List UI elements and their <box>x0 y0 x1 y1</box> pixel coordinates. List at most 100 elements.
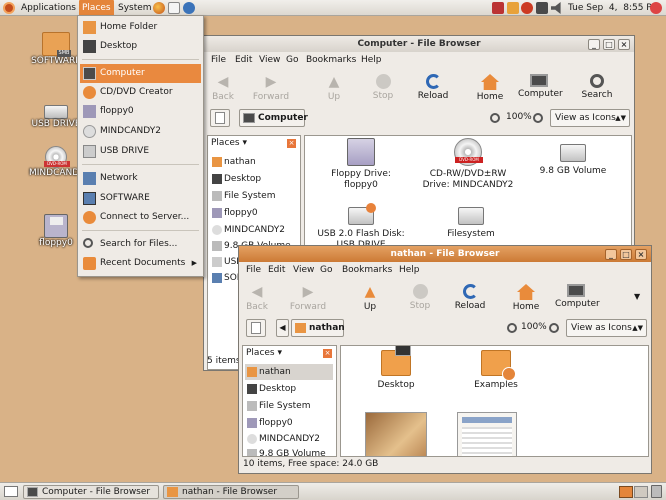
computer-window-titlebar[interactable]: Computer - File Browser _ □ × <box>204 36 634 52</box>
back-button[interactable]: ◀ Back <box>236 284 278 312</box>
places-menu-usb-drive[interactable]: USB DRIVE <box>80 142 201 161</box>
forward-button[interactable]: ▶ Forward <box>250 74 292 102</box>
close-button[interactable]: × <box>618 39 630 50</box>
sidebar-item-floppy0[interactable]: floppy0 <box>245 415 333 431</box>
menu-help[interactable]: Help <box>399 263 420 277</box>
workspace-switcher-1[interactable] <box>619 486 633 498</box>
desktop-icon-usb-drive[interactable]: USB DRIVE <box>29 101 83 129</box>
close-sidebar-icon[interactable]: × <box>323 349 332 358</box>
desktop-icon-software[interactable]: SMB SOFTWARE <box>29 32 83 66</box>
taskbar-item-computer[interactable]: Computer - File Browser <box>23 485 159 499</box>
close-sidebar-icon[interactable]: × <box>287 139 296 148</box>
computer-button[interactable]: Computer <box>555 284 600 309</box>
zoom-in-icon[interactable] <box>533 113 543 123</box>
search-button[interactable]: Search <box>576 74 618 100</box>
sidebar-item-file-system[interactable]: File System <box>210 188 298 204</box>
file-item-desktop[interactable]: Desktop <box>361 346 431 391</box>
view-mode-select[interactable]: View as Icons ▲▼ <box>566 319 647 337</box>
sidebar-item-nathan[interactable]: nathan <box>210 154 298 170</box>
sidebar-item-mindcandy2[interactable]: MINDCANDY2 <box>210 222 298 238</box>
firefox-icon[interactable] <box>153 2 165 14</box>
sidebar-item-nathan[interactable]: nathan <box>245 364 333 380</box>
zoom-level[interactable]: 100% <box>521 322 547 332</box>
sidebar-item-desktop[interactable]: Desktop <box>245 381 333 397</box>
back-button[interactable]: ◀ Back <box>202 74 244 102</box>
nathan-window-titlebar[interactable]: nathan - File Browser _ □ × <box>239 246 651 262</box>
notification-icon[interactable] <box>492 2 504 14</box>
toolbar-overflow-icon[interactable]: ▼ <box>634 292 640 301</box>
places-menu-connect-to-server[interactable]: Connect to Server... <box>80 208 201 227</box>
places-menu-mindcandy2[interactable]: MINDCANDY2 <box>80 122 201 141</box>
stop-button[interactable]: Stop <box>362 74 404 101</box>
forward-button[interactable]: ▶ Forward <box>287 284 329 312</box>
menu-help[interactable]: Help <box>361 53 382 67</box>
menu-edit[interactable]: Edit <box>235 53 252 67</box>
reload-button[interactable]: Reload <box>449 284 491 311</box>
location-button-nathan[interactable]: nathan <box>291 319 345 337</box>
zoom-out-icon[interactable] <box>490 113 500 123</box>
stop-button[interactable]: Stop <box>399 284 441 311</box>
show-desktop-icon[interactable] <box>4 486 18 497</box>
edit-location-button[interactable] <box>210 109 230 127</box>
menu-applications[interactable]: Applications <box>18 0 79 16</box>
maximize-button[interactable]: □ <box>603 39 615 50</box>
file-item-usb-flash[interactable]: USB 2.0 Flash Disk: USB DRIVE <box>313 203 409 251</box>
menu-go[interactable]: Go <box>286 53 298 67</box>
menu-edit[interactable]: Edit <box>268 263 285 277</box>
computer-button[interactable]: Computer <box>518 74 563 99</box>
update-icon[interactable] <box>507 2 519 14</box>
places-menu-desktop[interactable]: Desktop <box>80 37 201 56</box>
home-button[interactable]: Home <box>469 74 511 102</box>
zoom-level[interactable]: 100% <box>506 112 532 122</box>
volume-icon[interactable] <box>551 2 561 14</box>
zoom-in-icon[interactable] <box>549 323 559 333</box>
menu-view[interactable]: View <box>259 53 280 67</box>
desktop-icon-mindcandy2[interactable]: DVD-ROM MINDCANDY2 <box>29 146 90 178</box>
up-button[interactable]: ▲ Up <box>349 284 391 312</box>
places-menu-search-for-files[interactable]: Search for Files... <box>80 235 201 254</box>
sidebar-item-desktop[interactable]: Desktop <box>210 171 298 187</box>
workspace-switcher-2[interactable] <box>634 486 648 498</box>
path-back-button[interactable]: ◀ <box>276 319 289 337</box>
power-icon[interactable] <box>521 2 533 14</box>
places-menu-cd-dvd-creator[interactable]: CD/DVD Creator <box>80 83 201 102</box>
ubuntu-logo-icon[interactable] <box>3 2 15 14</box>
reload-button[interactable]: Reload <box>412 74 454 101</box>
menu-view[interactable]: View <box>293 263 314 277</box>
menu-bookmarks[interactable]: Bookmarks <box>306 53 356 67</box>
edit-location-button[interactable] <box>246 319 266 337</box>
mail-icon[interactable] <box>168 2 180 14</box>
minimize-button[interactable]: _ <box>605 249 617 260</box>
file-item-volume[interactable]: 9.8 GB Volume <box>529 138 617 177</box>
sidebar-item-floppy0[interactable]: floppy0 <box>210 205 298 221</box>
network-status-icon[interactable] <box>536 2 548 14</box>
places-dropdown[interactable]: Places ▾ <box>246 348 282 358</box>
home-button[interactable]: Home <box>505 284 547 312</box>
menu-bookmarks[interactable]: Bookmarks <box>342 263 392 277</box>
menu-go[interactable]: Go <box>320 263 332 277</box>
zoom-out-icon[interactable] <box>507 323 517 333</box>
sidebar-item-volume[interactable]: 9.8 GB Volume <box>245 446 333 456</box>
menu-places[interactable]: Places <box>79 0 114 16</box>
places-menu-computer[interactable]: Computer <box>80 64 201 83</box>
maximize-button[interactable]: □ <box>620 249 632 260</box>
places-menu-home-folder[interactable]: Home Folder <box>80 18 201 37</box>
file-item-filesystem[interactable]: Filesystem <box>423 203 519 240</box>
logout-icon[interactable] <box>650 2 662 14</box>
close-button[interactable]: × <box>635 249 647 260</box>
places-menu-network[interactable]: Network <box>80 169 201 188</box>
sidebar-item-mindcandy2[interactable]: MINDCANDY2 <box>245 431 333 447</box>
file-item-floppy-drive[interactable]: Floppy Drive: floppy0 <box>313 138 409 191</box>
clock[interactable]: Tue Sep 4, 8:55 PM <box>565 0 663 16</box>
desktop-icon-floppy0[interactable]: floppy0 <box>29 214 83 248</box>
file-item-dvd-drive[interactable]: DVD-ROM CD-RW/DVD±RW Drive: MINDCANDY2 <box>415 138 521 191</box>
places-menu-recent-documents[interactable]: Recent Documents ▶ <box>80 254 201 273</box>
places-menu-software[interactable]: SOFTWARE <box>80 189 201 208</box>
places-dropdown[interactable]: Places ▾ <box>211 138 247 148</box>
places-menu-floppy0[interactable]: floppy0 <box>80 102 201 121</box>
image-thumbnail[interactable] <box>365 412 427 456</box>
screenshot-thumbnail[interactable] <box>457 412 517 456</box>
menu-system[interactable]: System <box>115 0 155 16</box>
file-item-examples[interactable]: Examples <box>461 350 531 391</box>
taskbar-item-nathan[interactable]: nathan - File Browser <box>163 485 299 499</box>
